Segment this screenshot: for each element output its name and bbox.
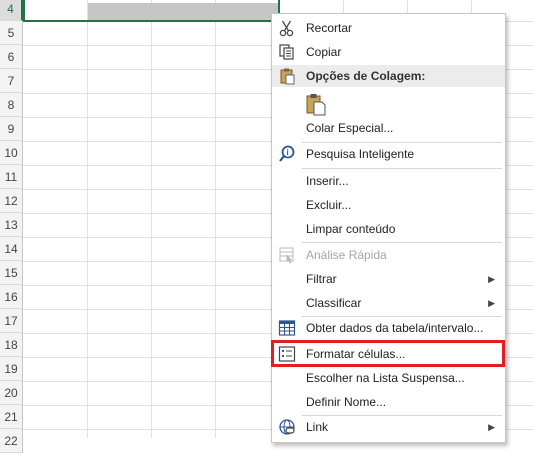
menu-label: Recortar: [306, 21, 353, 35]
row-header[interactable]: 11: [0, 165, 23, 189]
menu-item-sort[interactable]: Classificar ▶: [272, 291, 505, 315]
menu-label: Pesquisa Inteligente: [306, 147, 415, 161]
link-icon: [278, 418, 296, 436]
header-label: Opções de Colagem:: [306, 69, 426, 83]
menu-item-get-data[interactable]: Obter dados da tabela/intervalo...: [272, 316, 505, 340]
menu-item-copy[interactable]: Copiar: [272, 40, 505, 64]
menu-label: Análise Rápida: [306, 248, 387, 262]
annotation-highlight-box: [271, 340, 505, 367]
row-header[interactable]: 17: [0, 309, 23, 333]
row-header[interactable]: 8: [0, 93, 23, 117]
paste-icon: [304, 92, 328, 116]
menu-item-filter[interactable]: Filtrar ▶: [272, 267, 505, 291]
menu-item-clear-contents[interactable]: Limpar conteúdo: [272, 217, 505, 241]
submenu-arrow-icon: ▶: [488, 274, 495, 284]
menu-item-cut[interactable]: Recortar: [272, 16, 505, 40]
menu-label: Escolher na Lista Suspensa...: [306, 371, 465, 385]
submenu-arrow-icon: ▶: [488, 298, 495, 308]
paste-button[interactable]: [272, 90, 505, 118]
menu-label: Filtrar: [306, 272, 337, 286]
row-header[interactable]: 5: [0, 21, 23, 45]
row-header[interactable]: 20: [0, 381, 23, 405]
row-header[interactable]: 13: [0, 213, 23, 237]
clipboard-icon: [278, 67, 296, 85]
row-header[interactable]: 10: [0, 141, 23, 165]
menu-item-insert[interactable]: Inserir...: [272, 169, 505, 193]
menu-item-link[interactable]: Link ▶: [272, 415, 505, 439]
menu-label: Link: [306, 420, 329, 434]
menu-label: Excluir...: [306, 198, 352, 212]
submenu-arrow-icon: ▶: [488, 422, 495, 432]
smart-lookup-icon: i: [278, 145, 296, 163]
row-header[interactable]: 14: [0, 237, 23, 261]
menu-item-pick-from-list[interactable]: Escolher na Lista Suspensa...: [272, 366, 505, 390]
menu-label: Inserir...: [306, 174, 349, 188]
table-icon: [278, 319, 296, 337]
svg-text:i: i: [287, 148, 289, 157]
menu-label: Limpar conteúdo: [306, 222, 396, 236]
menu-label: Classificar: [306, 296, 362, 310]
row-header[interactable]: 15: [0, 261, 23, 285]
row-header[interactable]: 7: [0, 69, 23, 93]
row-header[interactable]: 18: [0, 333, 23, 357]
selected-range[interactable]: [23, 0, 280, 22]
row-header[interactable]: 6: [0, 45, 23, 69]
gridline: [87, 0, 88, 438]
quick-analysis-icon: [278, 246, 296, 264]
menu-item-quick-analysis: Análise Rápida: [272, 243, 505, 267]
row-header[interactable]: 19: [0, 357, 23, 381]
row-header[interactable]: 21: [0, 405, 23, 429]
row-header[interactable]: 16: [0, 285, 23, 309]
context-menu: Recortar Copiar Opções de Colagem: Colar…: [271, 13, 506, 443]
gridline: [215, 0, 216, 438]
menu-item-delete[interactable]: Excluir...: [272, 193, 505, 217]
menu-label: Copiar: [306, 45, 342, 59]
menu-item-smart-lookup[interactable]: i Pesquisa Inteligente: [272, 142, 505, 166]
row-header[interactable]: 4: [0, 0, 23, 21]
gridline: [151, 0, 152, 438]
row-header[interactable]: 9: [0, 117, 23, 141]
row-header[interactable]: 22: [0, 429, 23, 453]
menu-label: Obter dados da tabela/intervalo...: [306, 321, 484, 335]
menu-item-paste-special[interactable]: Colar Especial...: [272, 116, 505, 140]
menu-item-define-name[interactable]: Definir Nome...: [272, 390, 505, 414]
row-header[interactable]: 12: [0, 189, 23, 213]
paste-options-header: Opções de Colagem:: [272, 65, 505, 87]
menu-label: Colar Especial...: [306, 121, 394, 135]
scissors-icon: [278, 19, 296, 37]
menu-label: Definir Nome...: [306, 395, 387, 409]
copy-icon: [278, 43, 296, 61]
